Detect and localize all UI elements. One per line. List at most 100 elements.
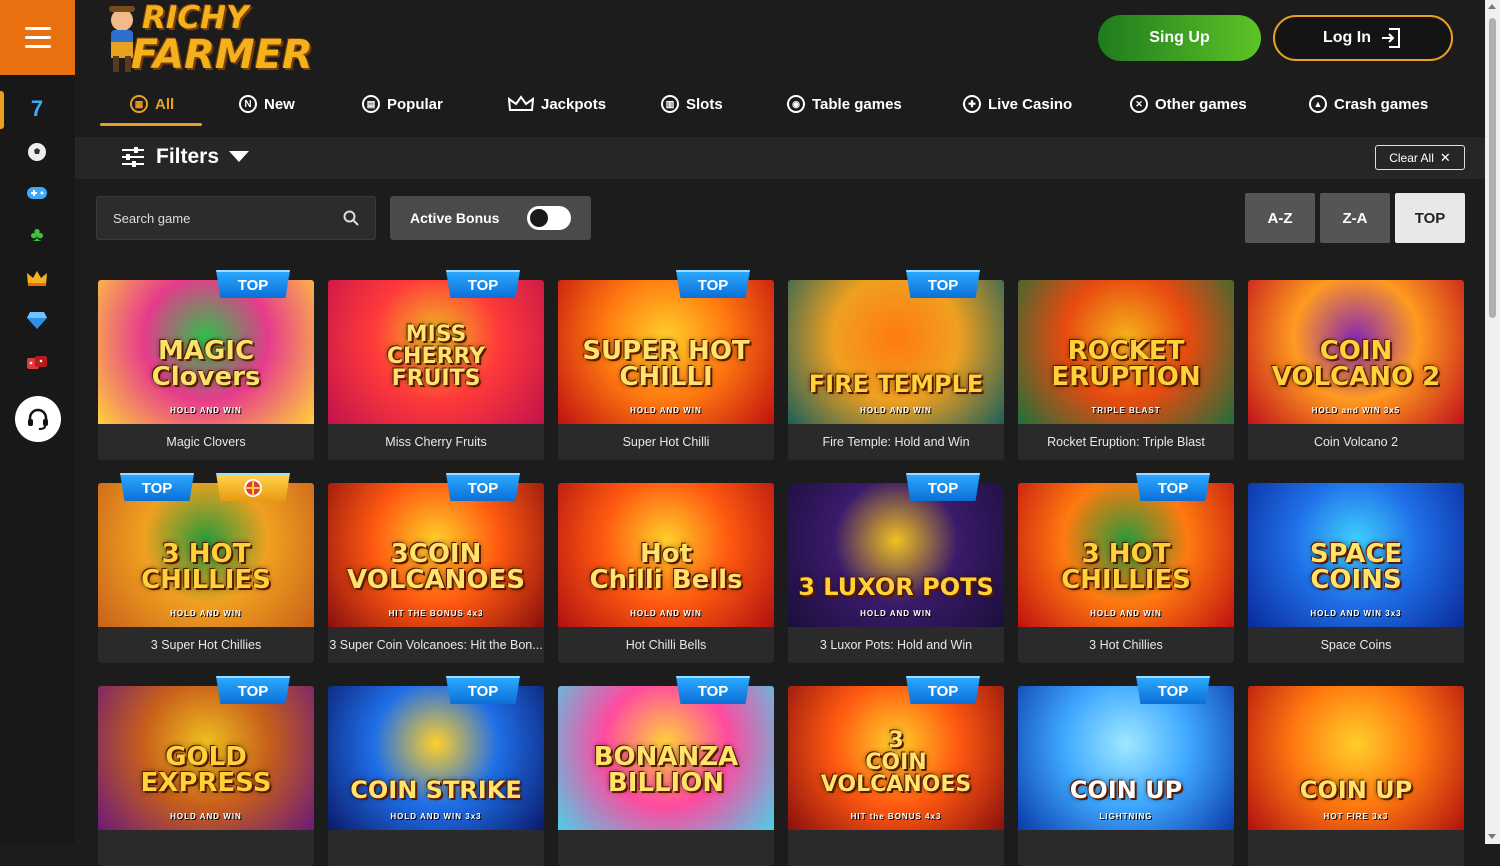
game-name[interactable]: 3 Hot Chillies — [1018, 627, 1234, 663]
game-thumbnail[interactable]: COIN VOLCANO 2 HOLD and WIN 3x5 — [1248, 280, 1464, 424]
game-card[interactable]: COIN STRIKE HOLD AND WIN 3x3 TOP — [328, 676, 544, 866]
game-thumbnail-subtitle: HIT the BONUS 4x3 — [850, 812, 942, 821]
tab-slots[interactable]: ▥ Slots — [661, 93, 723, 115]
game-name[interactable]: Super Hot Chilli — [558, 424, 774, 460]
menu-button[interactable] — [0, 0, 75, 75]
game-card[interactable]: COIN UP HOT FIRE 3x3 — [1248, 686, 1464, 866]
game-card[interactable]: 3 LUXOR POTS HOLD AND WIN 3 Luxor Pots: Ho… — [788, 473, 1004, 663]
game-name[interactable] — [328, 830, 544, 866]
game-card[interactable]: 3 COIN VOLCANOES HIT the BONUS 4x3 TOP — [788, 676, 1004, 866]
category-tabs: ▦ All N New ▤ Popular Jackpots ▥ Slots ◉… — [75, 75, 1485, 135]
logo-text-top: RICHY — [142, 0, 249, 36]
signup-button[interactable]: Sing Up — [1098, 15, 1261, 61]
game-thumbnail[interactable]: COIN STRIKE HOLD AND WIN 3x3 — [328, 686, 544, 830]
tab-new[interactable]: N New — [239, 93, 295, 115]
game-name[interactable] — [788, 830, 1004, 866]
game-card[interactable]: MISS CHERRY FRUITS Miss Cherry Fruits TOP — [328, 270, 544, 460]
game-name[interactable]: Space Coins — [1248, 627, 1464, 663]
scrollbar-thumb[interactable] — [1489, 18, 1496, 318]
game-thumbnail[interactable]: GOLD EXPRESS HOLD AND WIN — [98, 686, 314, 830]
game-card[interactable]: COIN VOLCANO 2 HOLD and WIN 3x5 Coin Volca… — [1248, 280, 1464, 460]
sort-top-button[interactable]: TOP — [1395, 193, 1465, 243]
game-card[interactable]: BONANZA BILLION TOP — [558, 676, 774, 866]
search-placeholder: Search game — [113, 210, 191, 226]
game-thumbnail[interactable]: COIN UP HOT FIRE 3x3 — [1248, 686, 1464, 830]
game-thumbnail[interactable]: COIN UP LIGHTNING — [1018, 686, 1234, 830]
login-label: Log In — [1323, 29, 1371, 46]
search-input[interactable]: Search game — [96, 196, 376, 240]
game-card[interactable]: ROCKET ERUPTION TRIPLE BLAST Rocket Erupti… — [1018, 280, 1234, 460]
game-card[interactable]: GOLD EXPRESS HOLD AND WIN TOP — [98, 676, 314, 866]
game-card[interactable]: FIRE TEMPLE HOLD AND WIN Fire Temple: Hold… — [788, 270, 1004, 460]
seven-icon[interactable]: 7 — [26, 96, 48, 121]
game-name[interactable]: Coin Volcano 2 — [1248, 424, 1464, 460]
diamond-icon[interactable] — [26, 309, 48, 331]
game-name[interactable]: Rocket Eruption: Triple Blast — [1018, 424, 1234, 460]
game-card[interactable]: 3 HOT CHILLIES HOLD AND WIN 3 Super Hot Ch… — [98, 473, 314, 663]
gamepad-icon[interactable] — [26, 182, 48, 204]
tab-all[interactable]: ▦ All — [130, 93, 174, 115]
filters-toggle[interactable]: Filters — [120, 145, 250, 169]
game-thumbnail[interactable]: 3 HOT CHILLIES HOLD AND WIN — [1018, 483, 1234, 627]
game-card[interactable]: COIN UP LIGHTNING TOP — [1018, 676, 1234, 866]
game-thumbnail[interactable]: 3 HOT CHILLIES HOLD AND WIN — [98, 483, 314, 627]
tab-popular[interactable]: ▤ Popular — [362, 93, 443, 115]
hamburger-icon — [24, 24, 51, 51]
sort-z-a-button[interactable]: Z-A — [1320, 193, 1390, 243]
game-name[interactable] — [1248, 830, 1464, 866]
logo[interactable]: RICHY FARMER — [97, 0, 313, 78]
tab-table-games[interactable]: ◉ Table games — [787, 93, 902, 115]
game-card[interactable]: Hot Chilli Bells HOLD AND WIN Hot Chilli B… — [558, 483, 774, 663]
game-name[interactable]: Hot Chilli Bells — [558, 627, 774, 663]
game-thumbnail-title: 3 COIN VOLCANOES — [820, 728, 972, 797]
bonus-wheel-badge — [216, 473, 290, 501]
game-name[interactable]: 3 Super Coin Volcanoes: Hit the Bon... — [328, 627, 544, 663]
top-badge: TOP — [676, 676, 750, 704]
tab-live-casino[interactable]: ✚ Live Casino — [963, 93, 1072, 115]
game-name[interactable]: 3 Luxor Pots: Hold and Win — [788, 627, 1004, 663]
wheel-icon — [244, 479, 262, 497]
game-thumbnail-title: COIN VOLCANO 2 — [1271, 336, 1441, 392]
scroll-down-icon[interactable] — [1488, 834, 1496, 839]
sort-a-z-button[interactable]: A-Z — [1245, 193, 1315, 243]
game-thumbnail[interactable]: 3 COIN VOLCANOES HIT the BONUS 4x3 — [788, 686, 1004, 830]
tab-other-games[interactable]: ✕ Other games — [1130, 93, 1247, 115]
clear-all-button[interactable]: Clear All ✕ — [1375, 145, 1465, 170]
game-name[interactable]: 3 Super Hot Chillies — [98, 627, 314, 663]
tab-crash-games[interactable]: ▲ Crash games — [1309, 93, 1428, 115]
game-thumbnail[interactable]: BONANZA BILLION — [558, 686, 774, 830]
game-card[interactable]: 3COIN VOLCANOES HIT THE BONUS 4x3 3 Super … — [328, 473, 544, 663]
game-thumbnail-title: GOLD EXPRESS — [140, 742, 272, 798]
scrollbar[interactable] — [1485, 0, 1500, 844]
tab-jackpots[interactable]: Jackpots — [508, 93, 606, 115]
game-name[interactable] — [558, 830, 774, 866]
game-card[interactable]: SUPER HOT CHILLI HOLD AND WIN Super Hot Ch… — [558, 270, 774, 460]
game-thumbnail[interactable]: 3COIN VOLCANOES HIT THE BONUS 4x3 — [328, 483, 544, 627]
active-bonus-toggle[interactable] — [527, 206, 571, 230]
game-thumbnail[interactable]: 3 LUXOR POTS HOLD AND WIN — [788, 483, 1004, 627]
clover-icon[interactable]: ♣ — [26, 224, 48, 246]
game-name[interactable]: Fire Temple: Hold and Win — [788, 424, 1004, 460]
game-thumbnail[interactable]: ROCKET ERUPTION TRIPLE BLAST — [1018, 280, 1234, 424]
grid-icon: ▦ — [130, 95, 148, 113]
dice-icon[interactable] — [26, 351, 48, 373]
support-button[interactable] — [15, 396, 61, 442]
game-thumbnail[interactable]: FIRE TEMPLE HOLD AND WIN — [788, 280, 1004, 424]
game-thumbnail[interactable]: MISS CHERRY FRUITS — [328, 280, 544, 424]
game-card[interactable]: MAGIC Clovers HOLD AND WIN Magic Clovers TO… — [98, 270, 314, 460]
game-name[interactable]: Miss Cherry Fruits — [328, 424, 544, 460]
game-thumbnail[interactable]: Hot Chilli Bells HOLD AND WIN — [558, 483, 774, 627]
top-badge: TOP — [906, 473, 980, 501]
game-name[interactable] — [1018, 830, 1234, 866]
crown-icon[interactable] — [26, 267, 48, 289]
login-button[interactable]: Log In — [1273, 15, 1453, 61]
game-thumbnail[interactable]: MAGIC Clovers HOLD AND WIN — [98, 280, 314, 424]
game-thumbnail[interactable]: SUPER HOT CHILLI HOLD AND WIN — [558, 280, 774, 424]
scroll-up-icon[interactable] — [1488, 4, 1496, 9]
game-thumbnail[interactable]: SPACE COINS HOLD AND WIN 3x3 — [1248, 483, 1464, 627]
game-name[interactable]: Magic Clovers — [98, 424, 314, 460]
soccer-ball-icon[interactable] — [26, 141, 48, 163]
game-name[interactable] — [98, 830, 314, 866]
game-card[interactable]: 3 HOT CHILLIES HOLD AND WIN 3 Hot Chillies… — [1018, 473, 1234, 663]
game-card[interactable]: SPACE COINS HOLD AND WIN 3x3 Space Coins — [1248, 483, 1464, 663]
